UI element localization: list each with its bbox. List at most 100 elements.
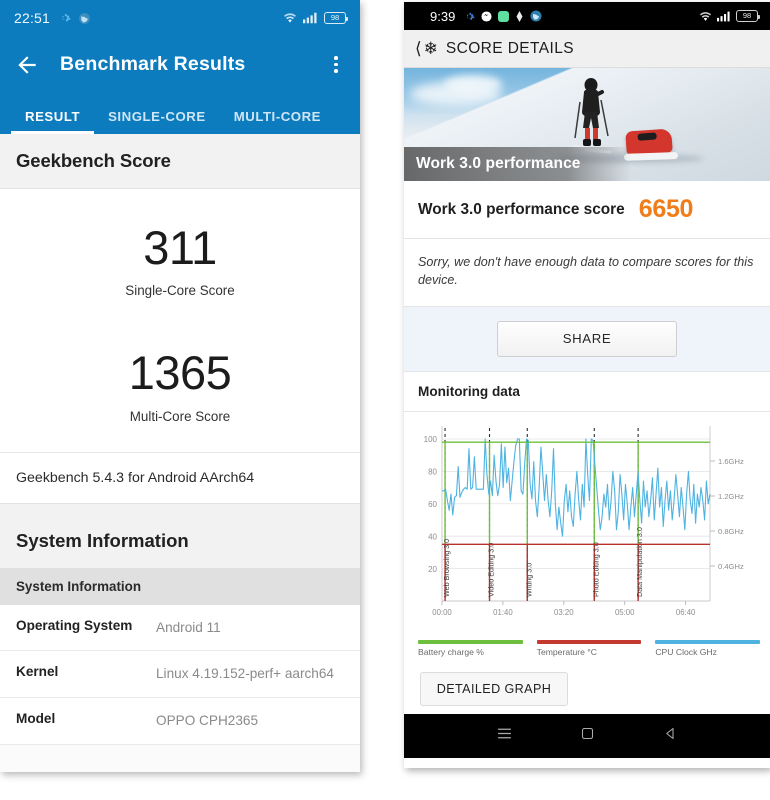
compare-note: Sorry, we don't have enough data to comp…: [404, 239, 770, 307]
menu-icon[interactable]: [496, 725, 513, 747]
svg-text:40: 40: [428, 532, 437, 541]
page-title: Benchmark Results: [60, 53, 246, 75]
table-row: Kernel Linux 4.19.152-perf+ aarch64: [0, 651, 360, 699]
battery-icon: 98: [736, 10, 760, 22]
svg-text:60: 60: [428, 499, 437, 508]
tab-single-core[interactable]: SINGLE-CORE: [94, 109, 220, 134]
detailed-graph-button[interactable]: DETAILED GRAPH: [420, 671, 568, 706]
chart-legend: Battery charge % Temperature °C CPU Cloc…: [404, 637, 770, 666]
legend-label-temperature: Temperature °C: [536, 646, 597, 657]
monitoring-chart-svg: 20 40 60 80 100 0.4GHz 0.8GHz 1.2GHz 1.6GHz 00:00…: [424, 425, 744, 617]
right-status-bar: 9:39 98: [404, 2, 770, 30]
battery-icon: 98: [324, 12, 348, 24]
screenshot-stage: 22:51 98 Benchmark Results RESULT SINGLE…: [0, 0, 770, 800]
score-row: Work 3.0 performance score 6650: [404, 181, 770, 239]
gear-icon: [62, 14, 71, 22]
detailed-graph-section: DETAILED GRAPH: [404, 665, 770, 714]
status-left-icons: [464, 10, 542, 22]
sled-figure: [625, 128, 673, 156]
back-icon[interactable]: [663, 726, 678, 746]
legend-item-temperature: Temperature °C: [536, 639, 642, 657]
row-key: Operating System: [16, 617, 133, 633]
status-clock: 22:51: [14, 10, 51, 26]
tab-result[interactable]: RESULT: [11, 109, 95, 134]
svg-text:80: 80: [428, 467, 437, 476]
left-status-bar: 22:51 98: [0, 0, 360, 36]
score-value: 6650: [638, 195, 694, 223]
svg-text:Web Browsing 3.0: Web Browsing 3.0: [442, 538, 451, 596]
svg-text:1.6GHz: 1.6GHz: [718, 457, 744, 466]
svg-text:100: 100: [424, 435, 438, 444]
single-core-value: 311: [143, 221, 217, 274]
status-left-icons: [59, 12, 91, 25]
share-section: SHARE: [404, 306, 770, 372]
globe-icon: [530, 10, 542, 22]
svg-text:0.4GHz: 0.4GHz: [718, 562, 744, 571]
diamond-icon: [516, 10, 523, 22]
svg-text:0.8GHz: 0.8GHz: [718, 527, 744, 536]
system-information-table-header: System Information: [0, 567, 360, 605]
snowflake-icon: ❄: [423, 38, 438, 58]
svg-text:06:40: 06:40: [676, 608, 696, 617]
status-clock: 9:39: [430, 8, 456, 24]
legend-item-battery: Battery charge %: [418, 639, 523, 657]
svg-text:01:40: 01:40: [493, 608, 513, 617]
back-chevron-icon[interactable]: ⟨: [415, 39, 422, 59]
overflow-menu-icon[interactable]: [326, 56, 346, 73]
multi-core-label: Multi-Core Score: [129, 408, 231, 424]
status-right-icons: 98: [699, 10, 760, 22]
svg-text:20: 20: [428, 564, 437, 573]
right-navigation-bar: [404, 713, 770, 758]
legend-label-cpu: CPU Clock GHz: [655, 646, 717, 657]
single-core-block: 311 Single-Core Score: [0, 215, 360, 300]
signal-icon: [303, 12, 317, 24]
globe-icon: [79, 12, 90, 24]
version-row: Geekbench 5.4.3 for Android AArch64: [0, 452, 360, 504]
score-label: Work 3.0 performance score: [418, 200, 625, 218]
green-app-icon: [498, 10, 510, 22]
right-phone-pcmark: 9:39 98 ⟨ ❄ SCORE DETAILS Work 3.0 perfo…: [404, 2, 770, 768]
table-row: Model OPPO CPH2365: [0, 698, 360, 745]
left-content: Geekbench Score 311 Single-Core Score 13…: [0, 134, 360, 772]
page-title: SCORE DETAILS: [445, 39, 574, 57]
wifi-icon: [284, 13, 296, 23]
status-right-icons: 98: [283, 12, 348, 24]
svg-text:Photo Editing 3.0: Photo Editing 3.0: [591, 542, 600, 597]
score-spacer: [0, 300, 360, 340]
back-arrow-icon[interactable]: [14, 52, 40, 78]
legend-swatch-cpu: [655, 639, 761, 644]
system-information-title: System Information: [16, 529, 189, 551]
share-button[interactable]: SHARE: [497, 320, 677, 357]
legend-item-cpu: CPU Clock GHz: [655, 639, 761, 657]
monitoring-data-heading: Monitoring data: [404, 371, 770, 412]
legend-swatch-temperature: [536, 639, 642, 644]
right-appbar: ⟨ ❄ SCORE DETAILS: [404, 30, 770, 68]
messenger-icon: [481, 10, 492, 22]
row-value: OPPO CPH2365: [156, 713, 258, 729]
hero-image: Work 3.0 performance: [404, 68, 770, 181]
svg-text:03:20: 03:20: [554, 608, 574, 617]
tab-bar: RESULT SINGLE-CORE MULTI-CORE: [0, 93, 360, 134]
signal-icon: [717, 11, 730, 21]
legend-swatch-battery: [418, 639, 523, 644]
hero-caption: Work 3.0 performance: [404, 147, 631, 181]
hero-caption-text: Work 3.0 performance: [416, 155, 581, 172]
left-phone-geekbench: 22:51 98 Benchmark Results RESULT SINGLE…: [0, 0, 360, 772]
table-row: Operating System Android 11: [0, 604, 360, 652]
gear-icon: [467, 12, 475, 20]
left-appbar: Benchmark Results: [0, 36, 360, 93]
system-information-heading: System Information: [0, 503, 360, 568]
row-value: Linux 4.19.152-perf+ aarch64: [156, 666, 334, 682]
home-icon[interactable]: [580, 726, 595, 746]
svg-text:1.2GHz: 1.2GHz: [718, 492, 744, 501]
row-key: Model: [16, 711, 56, 727]
row-value: Android 11: [156, 619, 221, 635]
svg-text:Data Manipulation 3.0: Data Manipulation 3.0: [635, 527, 644, 597]
tab-multi-core[interactable]: MULTI-CORE: [220, 109, 335, 134]
geekbench-score-heading: Geekbench Score: [0, 134, 360, 189]
svg-text:05:00: 05:00: [615, 608, 635, 617]
geekbench-score-title: Geekbench Score: [16, 150, 171, 171]
wifi-icon: [699, 11, 712, 21]
multi-core-value: 1365: [128, 346, 232, 400]
svg-text:Video Editing 3.0: Video Editing 3.0: [487, 542, 496, 596]
